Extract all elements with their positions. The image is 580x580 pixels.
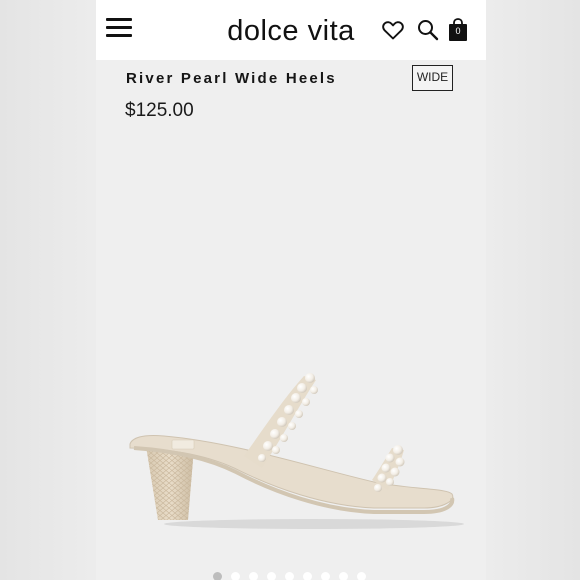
- top-navigation-bar: dolce vita 0: [96, 0, 486, 60]
- carousel-dot[interactable]: [321, 572, 330, 580]
- product-image[interactable]: [124, 368, 464, 543]
- shopping-bag-icon[interactable]: 0: [448, 18, 472, 44]
- carousel-dot[interactable]: [303, 572, 312, 580]
- carousel-dot[interactable]: [213, 572, 222, 580]
- carousel-dot[interactable]: [231, 572, 240, 580]
- pearl-strap-front: [374, 445, 405, 492]
- heart-icon[interactable]: [381, 18, 405, 44]
- carousel-dot[interactable]: [285, 572, 294, 580]
- width-badge: WIDE: [412, 65, 453, 91]
- product-title: River Pearl Wide Heels: [126, 70, 337, 87]
- sandal-illustration: [129, 373, 464, 529]
- bag-count-badge: 0: [455, 26, 461, 36]
- carousel-dot[interactable]: [357, 572, 366, 580]
- product-price: $125.00: [125, 100, 194, 121]
- search-icon[interactable]: [416, 18, 440, 44]
- carousel-dot[interactable]: [267, 572, 276, 580]
- product-page: dolce vita 0 River Pearl Wide Heels WIDE…: [96, 0, 486, 580]
- carousel-dot[interactable]: [249, 572, 258, 580]
- carousel-dot[interactable]: [339, 572, 348, 580]
